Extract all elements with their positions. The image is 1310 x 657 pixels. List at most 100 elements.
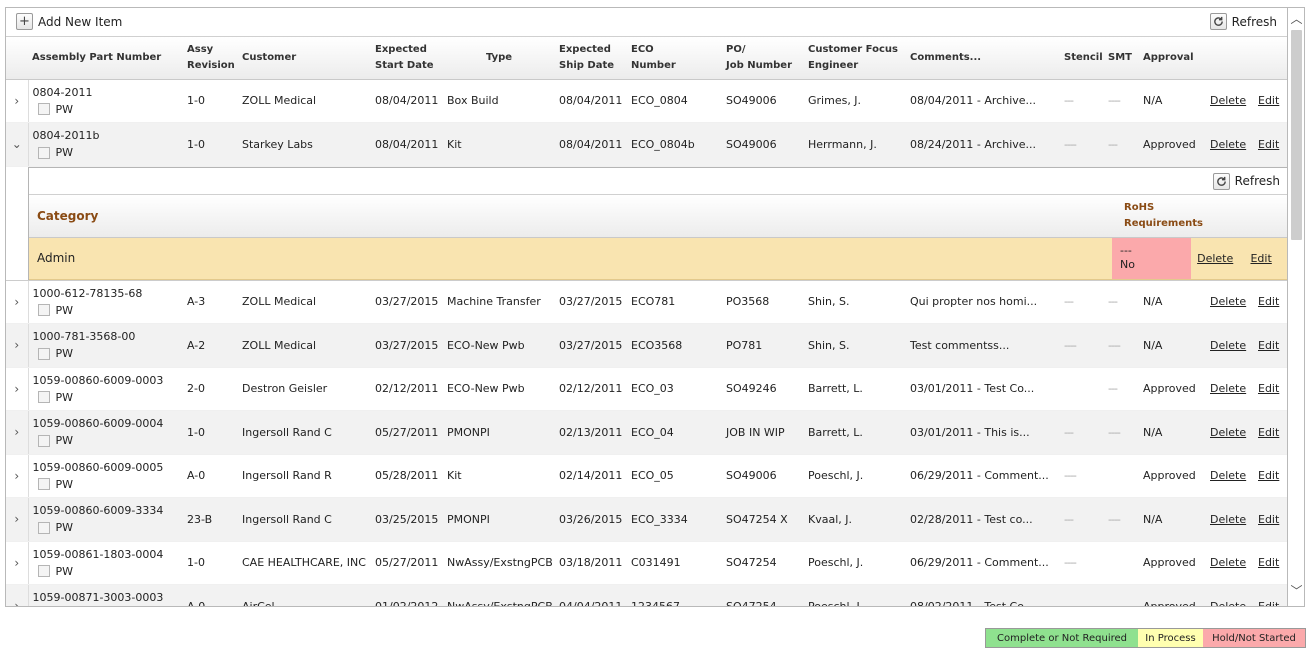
scroll-down-arrow-icon[interactable]: ﹀ [1290,584,1303,598]
delete-link[interactable]: Delete [1210,295,1246,308]
approval-cell: N/A [1139,280,1206,324]
delete-link[interactable]: Delete [1210,556,1246,569]
expand-row-chevron-icon[interactable]: › [6,323,29,368]
expand-row-chevron-icon[interactable]: › [6,497,29,542]
part-number: 1059-00860-6009-3334 [32,504,164,518]
part-number-cell: 1000-612-78135-68 PW [28,280,183,324]
rohs-column-header[interactable]: RoHS Requirements [1124,200,1203,232]
edit-link[interactable]: Edit [1258,138,1279,151]
ship-date-cell: 03/27/2015 [555,323,627,368]
pw-checkbox[interactable] [37,434,50,447]
column-header-type[interactable]: Type [443,37,555,80]
edit-link[interactable]: Edit [1258,513,1279,526]
delete-link[interactable]: Delete [1210,513,1246,526]
pw-checkbox[interactable] [37,304,50,317]
expand-row-chevron-icon[interactable]: › [6,541,29,585]
start-date-cell: 02/12/2011 [371,367,443,411]
scrollbar-thumb[interactable] [1291,30,1302,240]
pw-checkbox[interactable] [37,521,50,534]
delete-link[interactable]: Delete [1210,600,1246,606]
edit-link[interactable]: Edit [1258,556,1279,569]
table-row[interactable]: › 1059-00860-6009-3334 PW 23-B Ingersoll… [6,497,1287,542]
column-header-smt[interactable]: SMT [1104,37,1139,80]
pw-checkbox[interactable] [37,146,50,159]
refresh-label: Refresh [1231,14,1277,29]
part-number-cell: 1059-00861-1803-0004 PW [28,541,183,585]
delete-link[interactable]: Delete [1210,469,1246,482]
po-cell: SO49006 [722,454,804,498]
approval-cell: Approved [1139,367,1206,411]
column-header-po[interactable]: PO/Job Number [722,37,804,80]
detail-data-row[interactable]: Admin --- No Delete Edit [29,237,1287,279]
column-header-engineer[interactable]: Customer Focus Engineer [804,37,906,80]
customer-cell: AirCel [238,584,371,606]
column-header-ship-date[interactable]: Expected Ship Date [555,37,627,80]
pw-checkbox[interactable] [37,565,50,578]
delete-link[interactable]: Delete [1210,382,1246,395]
expand-row-chevron-icon[interactable]: › [6,367,29,411]
table-row[interactable]: ⌄ 0804-2011b PW 1-0 Starkey Labs 08/04/2… [6,122,1287,167]
expand-row-chevron-icon[interactable]: › [6,410,29,455]
table-row[interactable]: › 0804-2011 PW 1-0 ZOLL Medical 08/04/20… [6,79,1287,123]
pw-checkbox[interactable] [37,391,50,404]
table-row[interactable]: › 1059-00871-3003-0003 PW A-0 AirCel 01/… [6,584,1287,606]
edit-link[interactable]: Edit [1258,426,1279,439]
pw-checkbox[interactable] [37,103,50,116]
table-row[interactable]: › 1000-612-78135-68 PW A-3 ZOLL Medical … [6,280,1287,324]
delete-link[interactable]: Delete [1210,426,1246,439]
smt-cell: --- [1104,122,1139,167]
detail-refresh-button[interactable]: Refresh [1212,172,1280,190]
expand-row-chevron-icon[interactable]: › [6,79,29,123]
expand-row-chevron-icon[interactable]: › [6,280,29,324]
table-row[interactable]: › 1000-781-3568-00 PW A-2 ZOLL Medical 0… [6,323,1287,368]
table-row[interactable]: › 1059-00860-6009-0003 PW 2-0 Destron Ge… [6,367,1287,411]
expand-row-chevron-icon[interactable]: › [6,454,29,498]
refresh-button[interactable]: Refresh [1209,13,1277,30]
part-number: 1059-00871-3003-0003 [32,591,164,605]
detail-edit-link[interactable]: Edit [1250,252,1271,265]
start-date-cell: 03/27/2015 [371,280,443,324]
stencil-cell: ---- [1060,454,1104,498]
column-header-customer[interactable]: Customer [238,37,371,80]
pw-checkbox[interactable] [37,478,50,491]
smt-cell: ---- [1104,497,1139,542]
pw-label: PW [55,564,74,578]
column-header-start-date[interactable]: Expected Start Date [371,37,443,80]
collapse-row-chevron-icon[interactable]: ⌄ [6,122,29,167]
category-column-header[interactable]: Category [29,209,1124,223]
edit-link[interactable]: Edit [1258,339,1279,352]
comments-cell: 06/29/2011 - Comment... [906,454,1060,498]
edit-link[interactable]: Edit [1258,382,1279,395]
customer-cell: Ingersoll Rand C [238,497,371,542]
vertical-scrollbar[interactable]: ︿ ﹀ [1288,7,1305,607]
delete-link[interactable]: Delete [1210,339,1246,352]
column-header-comments[interactable]: Comments... [906,37,1060,80]
type-cell: PMONPI [443,497,555,542]
delete-link[interactable]: Delete [1210,138,1246,151]
expand-row-chevron-icon[interactable]: › [6,584,29,606]
edit-link[interactable]: Edit [1258,469,1279,482]
scroll-up-arrow-icon[interactable]: ︿ [1290,12,1303,26]
column-header-revision[interactable]: Assy Revision [183,37,238,80]
edit-link[interactable]: Edit [1258,295,1279,308]
table-row[interactable]: › 1059-00860-6009-0005 PW A-0 Ingersoll … [6,454,1287,498]
table-row[interactable]: › 1059-00860-6009-0004 PW 1-0 Ingersoll … [6,410,1287,455]
delete-link[interactable]: Delete [1210,94,1246,107]
column-header-eco[interactable]: ECO Number [627,37,722,80]
table-row[interactable]: › 1059-00861-1803-0004 PW 1-0 CAE HEALTH… [6,541,1287,585]
stencil-cell: ---- [1060,323,1104,368]
pw-checkbox[interactable] [37,347,50,360]
column-header-approval[interactable]: Approval [1139,37,1206,80]
ship-date-cell: 02/12/2011 [555,367,627,411]
delete-link-cell: Delete [1206,497,1254,542]
start-date-cell: 03/27/2015 [371,323,443,368]
column-header-part[interactable]: Assembly Part Number [28,37,183,80]
engineer-cell: Kvaal, J. [804,497,906,542]
detail-delete-link[interactable]: Delete [1197,252,1233,265]
column-header-stencil[interactable]: Stencil [1060,37,1104,80]
edit-link[interactable]: Edit [1258,600,1279,606]
start-date-cell: 01/02/2012 [371,584,443,606]
add-new-item-button[interactable]: + Add New Item [16,13,122,30]
edit-link[interactable]: Edit [1258,94,1279,107]
customer-cell: Starkey Labs [238,122,371,167]
